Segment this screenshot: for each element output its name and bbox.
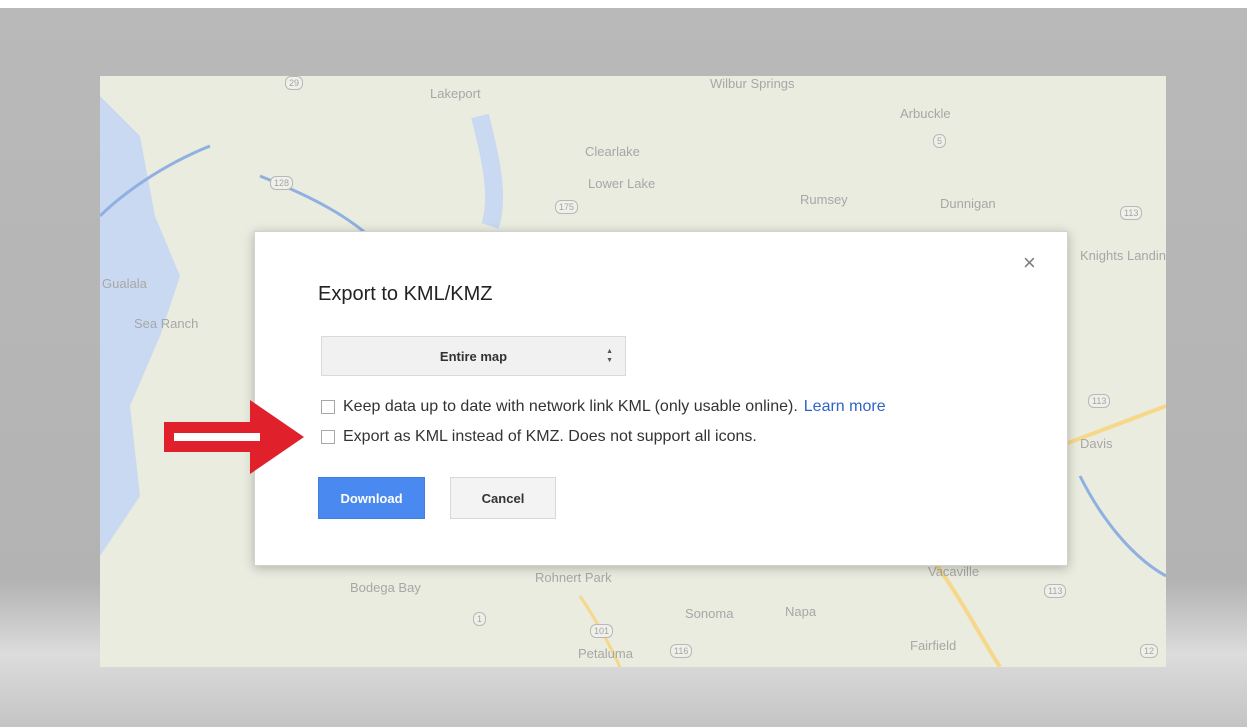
route-shield: 29: [285, 76, 304, 90]
map-place-label: Sea Ranch: [134, 316, 199, 331]
close-icon[interactable]: ×: [1023, 252, 1036, 274]
map-place-label: Knights Landing: [1080, 248, 1166, 263]
route-shield: 113: [1088, 394, 1111, 408]
map-place-label: Sonoma: [685, 606, 734, 621]
route-shield: 175: [555, 200, 579, 214]
map-place-label: Napa: [785, 604, 817, 619]
network-link-option: Keep data up to date with network link K…: [321, 398, 886, 416]
route-shield: 113: [1120, 206, 1143, 220]
learn-more-link[interactable]: Learn more: [804, 398, 886, 416]
map-place-label: Petaluma: [578, 646, 633, 661]
network-link-label: Keep data up to date with network link K…: [343, 398, 798, 415]
download-button[interactable]: Download: [318, 477, 425, 519]
map-place-label: Lakeport: [430, 86, 481, 101]
map-place-label: Rumsey: [800, 192, 848, 207]
network-link-checkbox[interactable]: [321, 400, 335, 414]
highway: [1059, 404, 1166, 448]
map-place-label: Arbuckle: [900, 106, 951, 121]
dialog-title: Export to KML/KMZ: [318, 283, 493, 305]
river: [1078, 475, 1166, 578]
map-place-label: Davis: [1080, 436, 1113, 451]
map-place-label: Vacaville: [928, 564, 980, 579]
map-place-label: Bodega Bay: [350, 580, 421, 595]
map-place-label: Clearlake: [585, 144, 640, 159]
export-kml-label: Export as KML instead of KMZ. Does not s…: [343, 428, 757, 445]
kml-option: Export as KML instead of KMZ. Does not s…: [321, 428, 757, 446]
map-place-label: Rohnert Park: [535, 570, 612, 585]
map-place-label: Gualala: [102, 276, 147, 291]
export-kml-checkbox[interactable]: [321, 430, 335, 444]
select-arrows-icon: ▲ ▼: [606, 348, 613, 364]
cancel-button[interactable]: Cancel: [450, 477, 556, 519]
arrow-highlight: [174, 433, 260, 441]
export-dialog: × Export to KML/KMZ Entire map ▲ ▼ Keep …: [254, 231, 1068, 566]
lake: [471, 113, 504, 229]
map-place-label: Fairfield: [910, 638, 957, 653]
route-shield: 116: [670, 644, 693, 658]
annotation-arrow-icon: [164, 400, 304, 474]
route-shield: 12: [1140, 644, 1159, 658]
map-place-label: Lower Lake: [588, 176, 656, 191]
map-place-label: Wilbur Springs: [710, 76, 795, 91]
route-shield: 5: [933, 134, 947, 148]
select-value: Entire map: [439, 348, 508, 364]
route-shield: 128: [270, 176, 294, 190]
export-scope-select[interactable]: Entire map ▲ ▼: [321, 336, 626, 376]
top-band: [0, 0, 1247, 8]
map-place-label: Dunnigan: [940, 196, 996, 211]
route-shield: 113: [1044, 584, 1067, 598]
route-shield: 1: [473, 612, 487, 626]
route-shield: 101: [590, 624, 614, 638]
